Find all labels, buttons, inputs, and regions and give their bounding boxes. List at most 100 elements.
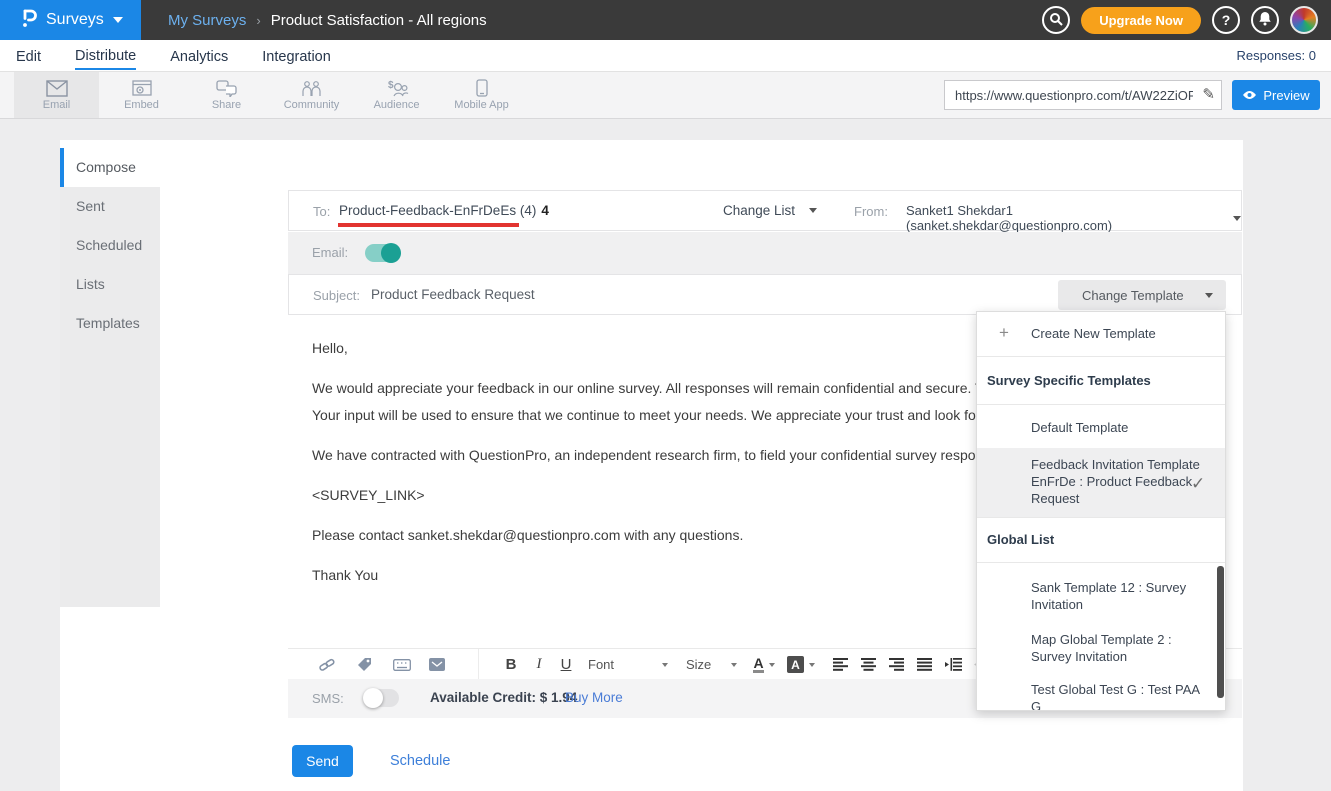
pencil-icon[interactable]: ✎	[1202, 85, 1215, 103]
underline-button[interactable]: U	[557, 649, 575, 680]
channel-tab-embed[interactable]: Embed	[99, 72, 184, 118]
sidebar-item-compose[interactable]: Compose	[60, 148, 160, 187]
sidebar-item-templates[interactable]: Templates	[60, 304, 160, 343]
audience-icon: $	[385, 79, 409, 97]
eye-icon	[1242, 88, 1257, 103]
sidebar-item-scheduled[interactable]: Scheduled	[60, 226, 160, 265]
check-icon: ✓	[1191, 474, 1205, 494]
channel-label: Embed	[124, 99, 159, 111]
sms-toggle[interactable]	[365, 689, 399, 707]
template-item-sank-12[interactable]: Sank Template 12 : Survey Invitation	[977, 570, 1225, 622]
survey-url-input[interactable]	[945, 81, 1221, 109]
tab-analytics[interactable]: Analytics	[170, 43, 228, 69]
search-icon	[1049, 12, 1063, 29]
toggle-knob	[381, 243, 401, 263]
plus-icon: +	[999, 323, 1009, 343]
svg-text:$: $	[388, 80, 394, 91]
channel-tab-community[interactable]: Community	[269, 72, 354, 118]
highlight-color-button[interactable]: A	[785, 649, 817, 680]
help-icon: ?	[1222, 12, 1231, 28]
chevron-down-icon	[809, 208, 817, 213]
buy-more-link[interactable]: Buy More	[565, 690, 623, 705]
create-new-template-item[interactable]: + Create New Template	[977, 312, 1225, 357]
mobile-icon	[476, 79, 488, 97]
help-button[interactable]: ?	[1212, 6, 1240, 34]
justify-button[interactable]	[915, 649, 933, 680]
italic-button[interactable]: I	[531, 649, 547, 680]
channel-label: Share	[212, 99, 241, 111]
subject-input[interactable]: Product Feedback Request	[371, 287, 535, 302]
chevron-down-icon	[113, 17, 123, 23]
align-center-icon	[861, 658, 876, 671]
text-color-button[interactable]: A	[750, 649, 778, 680]
envelope-icon	[46, 80, 68, 97]
questionpro-logo	[20, 6, 37, 35]
tab-integration[interactable]: Integration	[262, 43, 331, 69]
email-label: Email:	[312, 245, 348, 260]
chevron-down-icon	[1205, 293, 1213, 298]
notifications-button[interactable]	[1251, 6, 1279, 34]
survey-nav: Edit Distribute Analytics Integration Re…	[0, 40, 1331, 72]
channel-tab-email[interactable]: Email	[14, 72, 99, 118]
keyboard-button[interactable]	[390, 649, 414, 680]
search-button[interactable]	[1042, 6, 1070, 34]
font-size-dropdown[interactable]: Size	[686, 649, 742, 680]
indent-button[interactable]	[943, 649, 963, 680]
to-label: To:	[313, 204, 330, 219]
chevron-down-icon	[1233, 216, 1241, 221]
to-list-value[interactable]: Product-Feedback-EnFrDeEs (4)4	[339, 203, 549, 218]
align-center-button[interactable]	[859, 649, 877, 680]
mail-merge-button[interactable]	[425, 649, 449, 680]
tag-icon	[357, 657, 372, 672]
template-item-feedback-invitation[interactable]: Feedback Invitation Template EnFrDe : Pr…	[977, 448, 1225, 518]
preview-label: Preview	[1263, 88, 1309, 103]
product-label: Surveys	[46, 11, 104, 29]
top-bar: Surveys My Surveys › Product Satisfactio…	[0, 0, 1331, 40]
channel-tab-share[interactable]: Share	[184, 72, 269, 118]
upgrade-now-button[interactable]: Upgrade Now	[1081, 7, 1201, 34]
sidebar-item-sent[interactable]: Sent	[60, 187, 160, 226]
keyboard-icon	[393, 659, 411, 671]
align-left-button[interactable]	[831, 649, 849, 680]
template-item-default[interactable]: Default Template	[977, 405, 1225, 448]
insert-tag-button[interactable]	[353, 649, 375, 680]
channel-tab-mobile-app[interactable]: Mobile App	[439, 72, 524, 118]
preview-button[interactable]: Preview	[1232, 80, 1320, 110]
change-template-button[interactable]: Change Template	[1058, 280, 1226, 310]
template-item-test-global[interactable]: Test Global Test G : Test PAA G	[977, 672, 1225, 711]
schedule-link[interactable]: Schedule	[390, 753, 450, 769]
font-family-dropdown[interactable]: Font	[588, 649, 668, 680]
from-sender-dropdown[interactable]: Sanket1 Shekdar1 (sanket.shekdar@questio…	[906, 203, 1241, 233]
align-left-icon	[833, 658, 848, 671]
create-new-template-label: Create New Template	[1031, 326, 1156, 341]
bold-button[interactable]: B	[502, 649, 520, 680]
breadcrumb-my-surveys[interactable]: My Surveys	[168, 12, 246, 29]
breadcrumb: My Surveys › Product Satisfaction - All …	[168, 0, 487, 40]
indent-icon	[945, 658, 962, 671]
toggle-knob	[363, 688, 383, 708]
align-right-button[interactable]	[887, 649, 905, 680]
sidebar-item-lists[interactable]: Lists	[60, 265, 160, 304]
tab-distribute[interactable]: Distribute	[75, 42, 136, 70]
align-right-icon	[889, 658, 904, 671]
justify-icon	[917, 658, 932, 671]
from-label: From:	[854, 204, 888, 219]
channel-tab-audience[interactable]: $ Audience	[354, 72, 439, 118]
product-switcher[interactable]: Surveys	[0, 0, 141, 40]
send-button[interactable]: Send	[292, 745, 353, 777]
email-toggle[interactable]	[365, 244, 399, 262]
menu-scrollbar-thumb[interactable]	[1217, 566, 1224, 698]
chevron-down-icon	[662, 663, 668, 667]
bell-icon	[1258, 11, 1272, 29]
to-list-red-underline	[338, 223, 519, 227]
avatar[interactable]	[1290, 6, 1318, 34]
chevron-down-icon	[769, 663, 775, 667]
channel-label: Audience	[374, 99, 420, 111]
change-list-dropdown[interactable]: Change List	[723, 203, 817, 218]
template-item-map-global-2[interactable]: Map Global Template 2 : Survey Invitatio…	[977, 622, 1225, 674]
menu-section-header: Survey Specific Templates	[977, 357, 1225, 405]
responses-count: Responses: 0	[1237, 48, 1317, 63]
channel-label: Mobile App	[454, 99, 508, 111]
insert-link-button[interactable]	[316, 649, 338, 680]
tab-edit[interactable]: Edit	[16, 43, 41, 69]
